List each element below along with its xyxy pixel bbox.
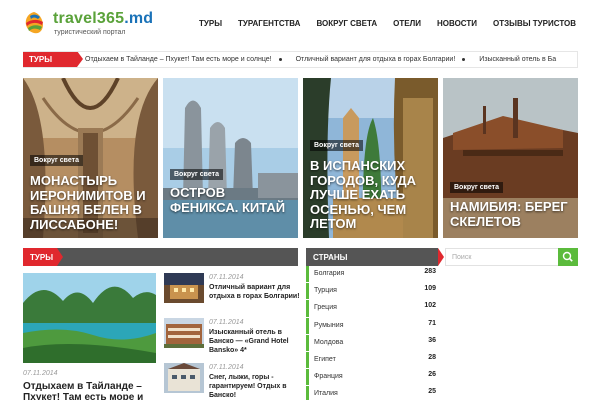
country-name: Турция: [314, 287, 337, 295]
thailand-image[interactable]: [23, 273, 156, 363]
article-title[interactable]: Снег, лыжи, горы - гарантируем! Отдых в …: [209, 373, 301, 400]
nav-reviews[interactable]: ОТЗЫВЫ ТУРИСТОВ: [493, 19, 576, 28]
nav-agencies[interactable]: ТУРАГЕНТСТВА: [238, 19, 300, 28]
country-item[interactable]: Болгария 283: [306, 266, 438, 283]
country-item[interactable]: Румыния 71: [306, 317, 438, 334]
feature-badge[interactable]: Вокруг света: [310, 140, 363, 151]
country-count: 102: [424, 302, 436, 310]
nav-news[interactable]: НОВОСТИ: [437, 19, 477, 28]
ticker-item[interactable]: Изысканный отель в Ба: [479, 56, 556, 63]
featured-articles: Вокруг света Монастырь Иеронимитов и баш…: [23, 78, 578, 238]
feature-badge[interactable]: Вокруг света: [30, 155, 83, 166]
tour-title[interactable]: Отдыхаем в Тайланде – Пхукет! Там есть м…: [23, 381, 163, 400]
article-thumbnail: [164, 318, 204, 348]
feature-card[interactable]: Вокруг света Монастырь Иеронимитов и баш…: [23, 78, 158, 238]
tours-section-label[interactable]: ТУРЫ: [23, 248, 63, 266]
feature-title[interactable]: Намибия: берег скелетов: [450, 199, 573, 229]
thailand-photo: [23, 273, 156, 363]
country-item[interactable]: Египет 28: [306, 351, 438, 369]
country-item[interactable]: Италия 25: [306, 386, 438, 400]
search-box: [445, 248, 578, 266]
country-count: 109: [424, 285, 436, 293]
country-name: Болгария: [314, 270, 345, 277]
feature-title[interactable]: В испанских городов, куда лучше ехать ос…: [310, 158, 433, 232]
search-button[interactable]: [558, 248, 578, 266]
country-name: Франция: [314, 373, 343, 381]
country-name: Румыния: [314, 321, 344, 329]
country-count: 28: [428, 353, 436, 361]
country-item[interactable]: Молдова 36: [306, 334, 438, 351]
article-title[interactable]: Отличный вариант для отдыха в горах Болг…: [209, 283, 301, 301]
logo-subtitle: туристический портал: [54, 29, 126, 36]
country-count: 26: [428, 371, 436, 379]
news-ticker: ТУРЫ Отдыхаем в Тайланде – Пхукет! Там е…: [23, 51, 578, 68]
article-date: 07.11.2014: [209, 274, 244, 281]
article-title[interactable]: Изысканный отель в Банско — «Grand Hotel…: [209, 328, 301, 355]
article-thumbnail: [164, 273, 204, 303]
country-count: 71: [428, 319, 436, 327]
ticker-item[interactable]: Отличный вариант для отдыха в горах Болг…: [296, 56, 466, 63]
article-date: 07.11.2014: [209, 319, 244, 326]
site-logo[interactable]: travel365.md туристический портал: [23, 10, 163, 40]
ticker-label: ТУРЫ: [23, 52, 83, 67]
nav-tours[interactable]: ТУРЫ: [199, 19, 222, 28]
country-item[interactable]: Франция 26: [306, 369, 438, 386]
search-input[interactable]: [446, 249, 559, 265]
feature-title[interactable]: Остров Феникса. Китай: [170, 185, 293, 215]
main-nav: ТУРЫ ТУРАГЕНТСТВА ВОКРУГ СВЕТА ОТЕЛИ НОВ…: [199, 19, 576, 28]
tour-date: 07.11.2014: [23, 370, 58, 377]
country-name: Греция: [314, 304, 337, 312]
article-date: 07.11.2014: [209, 364, 244, 371]
side-article[interactable]: 07.11.2014 Отличный вариант для отдыха в…: [164, 273, 301, 315]
nav-around-world[interactable]: ВОКРУГ СВЕТА: [316, 19, 377, 28]
ticker-items: Отдыхаем в Тайланде – Пхукет! Там есть м…: [85, 56, 556, 63]
nav-hotels[interactable]: ОТЕЛИ: [393, 19, 421, 28]
country-count: 283: [424, 268, 436, 275]
feature-badge[interactable]: Вокруг света: [450, 182, 503, 193]
side-article[interactable]: 07.11.2014 Изысканный отель в Банско — «…: [164, 318, 299, 360]
country-name: Италия: [314, 390, 338, 398]
feature-card[interactable]: Вокруг света В испанских городов, куда л…: [303, 78, 438, 238]
search-icon: [562, 251, 573, 262]
feature-card[interactable]: Вокруг света Намибия: берег скелетов: [443, 78, 578, 238]
tours-section-header: ТУРЫ: [23, 248, 298, 266]
site-header: travel365.md туристический портал ТУРЫ Т…: [0, 0, 600, 46]
countries-section-header: СТРАНЫ: [306, 248, 444, 266]
logo-title: travel365.md: [53, 10, 154, 27]
feature-title[interactable]: Монастырь Иеронимитов и башня Белен в Ли…: [30, 173, 153, 232]
country-item[interactable]: Турция 109: [306, 283, 438, 300]
ticker-item[interactable]: Отдыхаем в Тайланде – Пхукет! Там есть м…: [85, 56, 282, 63]
globe-logo-icon: [25, 12, 43, 34]
countries-section-label: СТРАНЫ: [306, 248, 444, 266]
feature-card[interactable]: Вокруг света Остров Феникса. Китай: [163, 78, 298, 238]
country-name: Молдова: [314, 338, 344, 346]
country-count: 36: [428, 336, 436, 344]
feature-badge[interactable]: Вокруг света: [170, 169, 223, 180]
country-count: 25: [428, 388, 436, 396]
article-thumbnail: [164, 363, 204, 393]
country-item[interactable]: Греция 102: [306, 300, 438, 317]
side-article[interactable]: 07.11.2014 Снег, лыжи, горы - гарантируе…: [164, 363, 299, 400]
countries-list: Болгария 283 Турция 109 Греция 102 Румыния 7…: [306, 266, 438, 400]
country-name: Египет: [314, 355, 336, 363]
page: travel365.md туристический портал ТУРЫ Т…: [0, 0, 600, 400]
